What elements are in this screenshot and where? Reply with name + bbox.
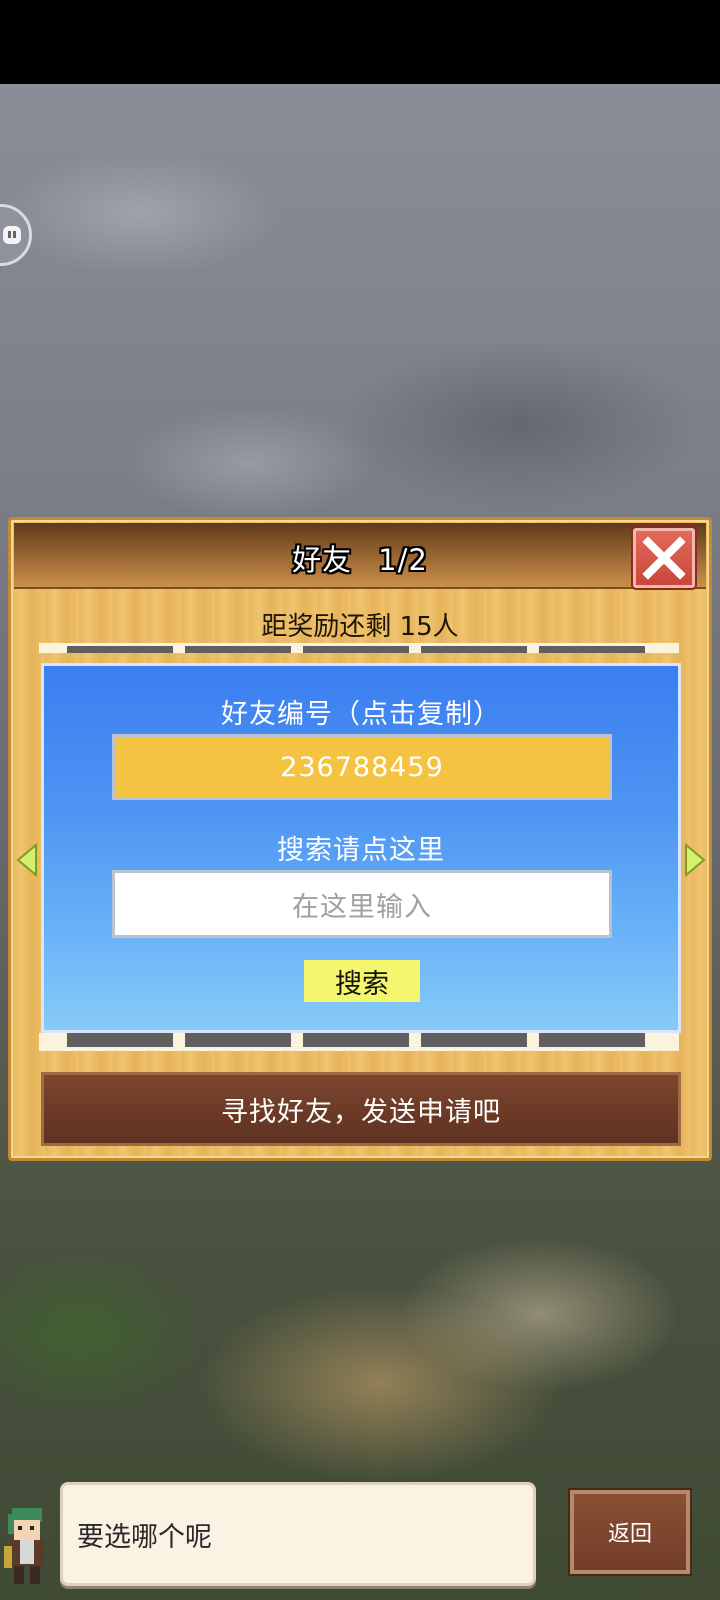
friend-info-box: 好友编号（点击复制） 236788459 搜索请点这里 在这里输入 搜索 bbox=[41, 663, 681, 1033]
panel-title-text: 好友 bbox=[292, 543, 353, 577]
tab-segment bbox=[67, 646, 173, 653]
tab-segment bbox=[421, 1033, 527, 1047]
dialog-bubble: 要选哪个呢 bbox=[60, 1482, 536, 1586]
tab-segment bbox=[539, 646, 645, 653]
tab-segment bbox=[421, 646, 527, 653]
tab-segment bbox=[67, 1033, 173, 1047]
arrow-left-icon[interactable] bbox=[14, 843, 40, 877]
close-x-icon bbox=[642, 536, 686, 580]
tab-segment bbox=[185, 646, 291, 653]
close-button[interactable] bbox=[633, 528, 695, 588]
tab-strip-top bbox=[39, 643, 679, 653]
panel-title: 好友 1/2 bbox=[14, 537, 706, 579]
dialog-strip: 要选哪个呢 返回 bbox=[0, 1476, 720, 1600]
find-friend-button[interactable]: 寻找好友，发送申请吧 bbox=[41, 1072, 681, 1146]
page-indicator: 1/2 bbox=[378, 543, 428, 577]
tab-segment bbox=[185, 1033, 291, 1047]
tab-segment bbox=[303, 1033, 409, 1047]
friend-id-label[interactable]: 好友编号（点击复制） bbox=[44, 692, 678, 731]
search-hint-label: 搜索请点这里 bbox=[277, 835, 445, 866]
friends-panel: 好友 1/2 距奖励还剩 15人 好友编号（点击复制） 236788459 搜索请… bbox=[8, 517, 712, 1161]
status-bar bbox=[0, 0, 720, 84]
reward-remaining-text: 距奖励还剩 15人 bbox=[261, 612, 459, 642]
tab-segment bbox=[303, 646, 409, 653]
chat-bubble-icon bbox=[3, 226, 21, 244]
search-button[interactable]: 搜索 bbox=[304, 960, 420, 1002]
tab-strip-bottom bbox=[39, 1033, 679, 1051]
cloud-overlay bbox=[0, 84, 720, 544]
friend-id-field[interactable]: 236788459 bbox=[112, 734, 612, 800]
arrow-right-icon[interactable] bbox=[682, 843, 708, 877]
panel-header: 好友 1/2 bbox=[14, 523, 706, 589]
character-avatar bbox=[4, 1508, 44, 1584]
back-button[interactable]: 返回 bbox=[570, 1490, 690, 1574]
search-input[interactable]: 在这里输入 bbox=[112, 870, 612, 938]
dialog-text: 要选哪个呢 bbox=[77, 1522, 212, 1553]
tab-segment bbox=[539, 1033, 645, 1047]
